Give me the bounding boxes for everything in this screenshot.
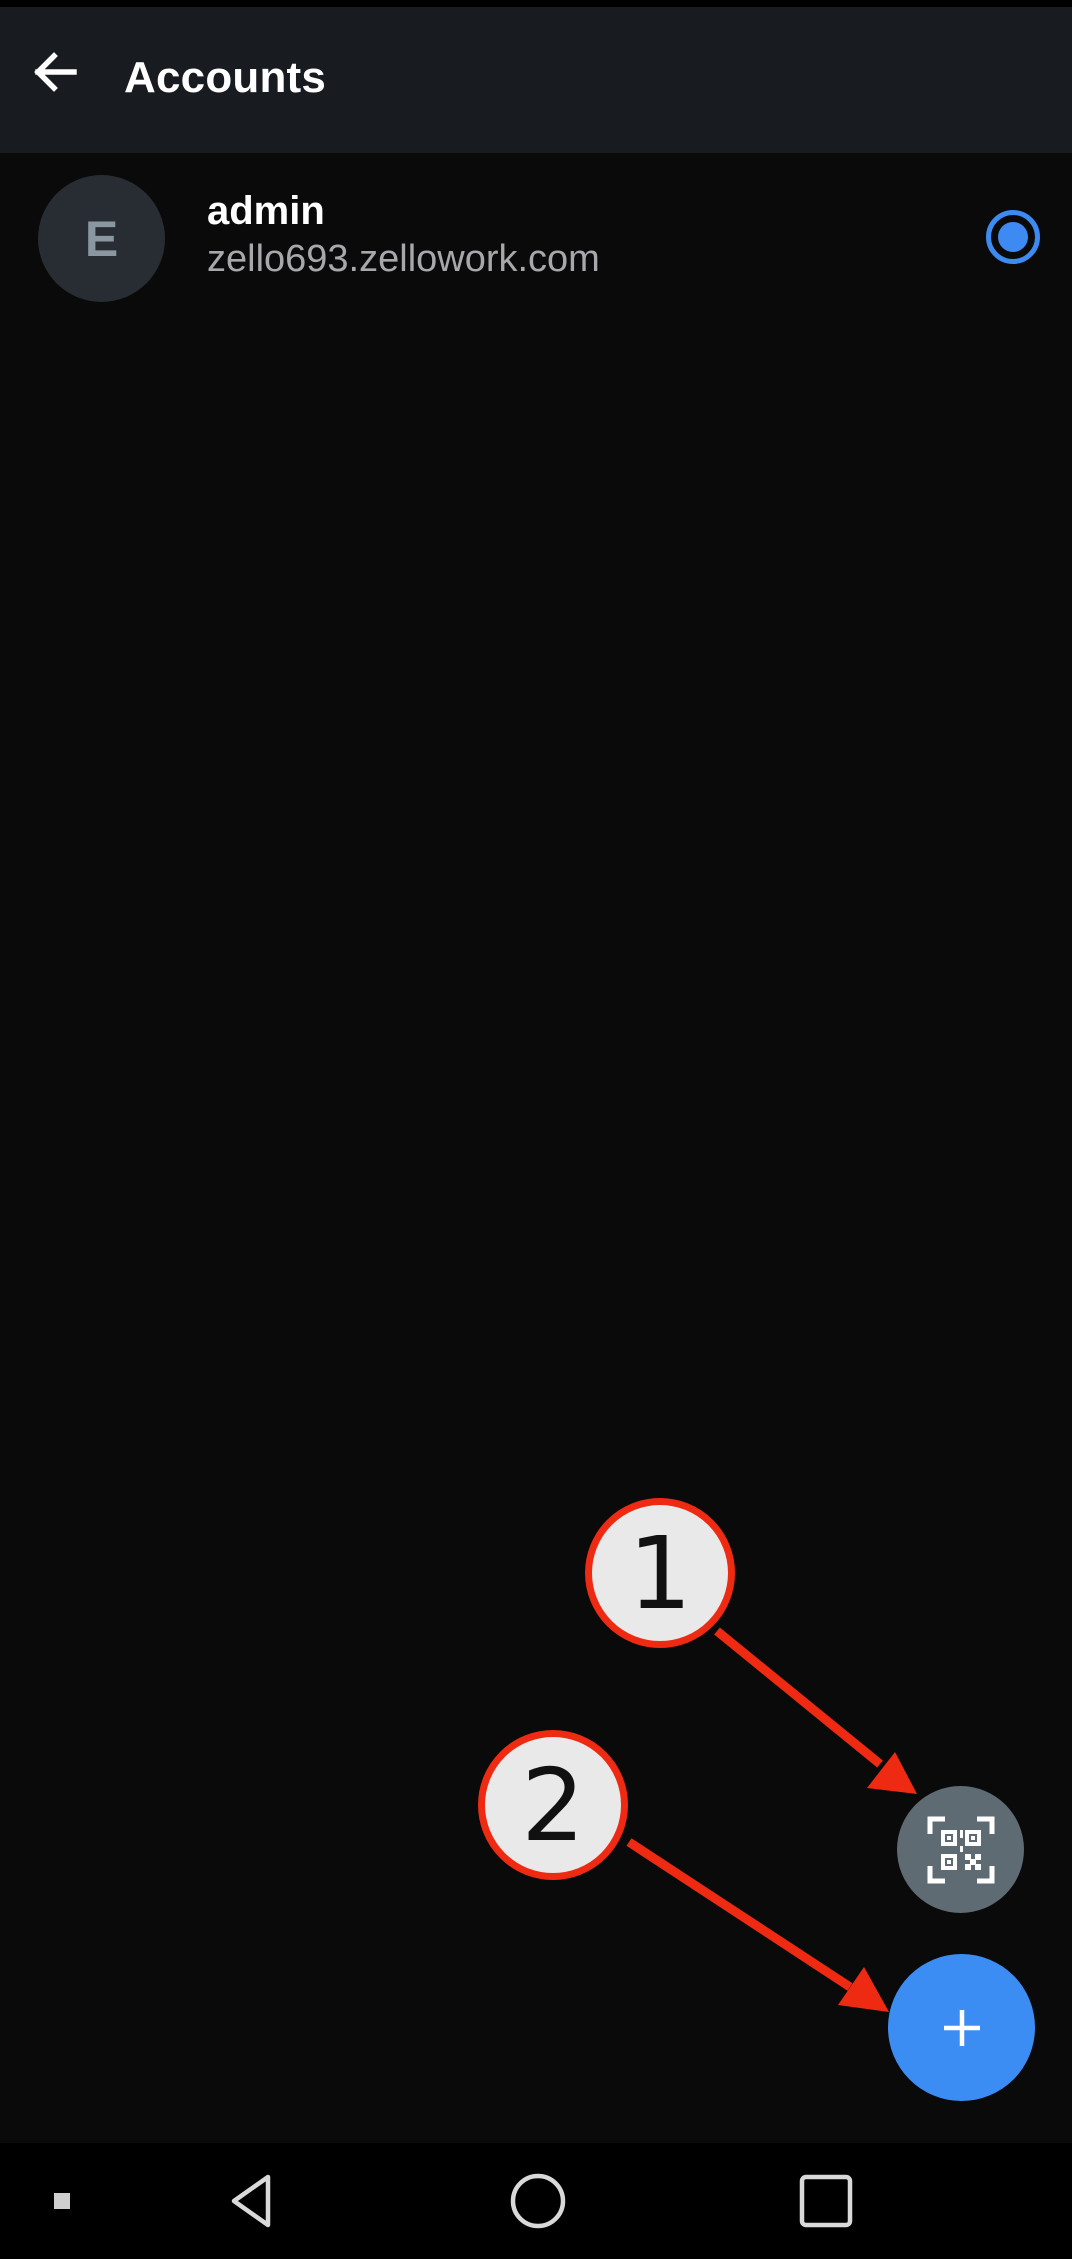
account-name: admin — [207, 189, 325, 233]
app-bar: Accounts — [0, 7, 1072, 153]
system-nav-bar — [0, 2143, 1072, 2259]
annotation-arrow-2 — [626, 1838, 853, 1991]
qr-code-scan-icon — [927, 1816, 994, 1883]
annotation-arrows — [626, 1627, 917, 2012]
page-title: Accounts — [124, 53, 327, 102]
annotation-arrowhead-1 — [867, 1752, 917, 1794]
annotation-arrowhead-2 — [838, 1967, 889, 2012]
back-button[interactable] — [20, 37, 90, 107]
plus-icon — [943, 2009, 980, 2046]
nav-home-button[interactable] — [500, 2163, 576, 2239]
account-selected-radio[interactable] — [986, 210, 1040, 264]
avatar: E — [38, 175, 165, 302]
menu-square-icon — [54, 2193, 70, 2209]
annotation-arrow-1 — [714, 1627, 883, 1768]
nav-back-button[interactable] — [214, 2163, 290, 2239]
arrow-left-icon — [34, 52, 77, 92]
annotation-callout-2: 2 — [478, 1730, 628, 1880]
account-server: zello693.zellowork.com — [207, 238, 600, 280]
account-row[interactable]: E admin zello693.zellowork.com — [0, 155, 1072, 315]
nav-recents-button[interactable] — [788, 2163, 864, 2239]
recents-square-icon — [799, 2174, 853, 2228]
back-triangle-icon — [231, 2174, 271, 2228]
annotation-callout-1: 1 — [585, 1498, 735, 1648]
add-account-button[interactable] — [888, 1954, 1035, 2101]
radio-selected-dot — [998, 222, 1028, 252]
home-circle-icon — [510, 2173, 566, 2229]
status-bar — [0, 0, 1072, 7]
scan-qr-button[interactable] — [897, 1786, 1024, 1913]
nav-menu-button[interactable] — [24, 2163, 100, 2239]
